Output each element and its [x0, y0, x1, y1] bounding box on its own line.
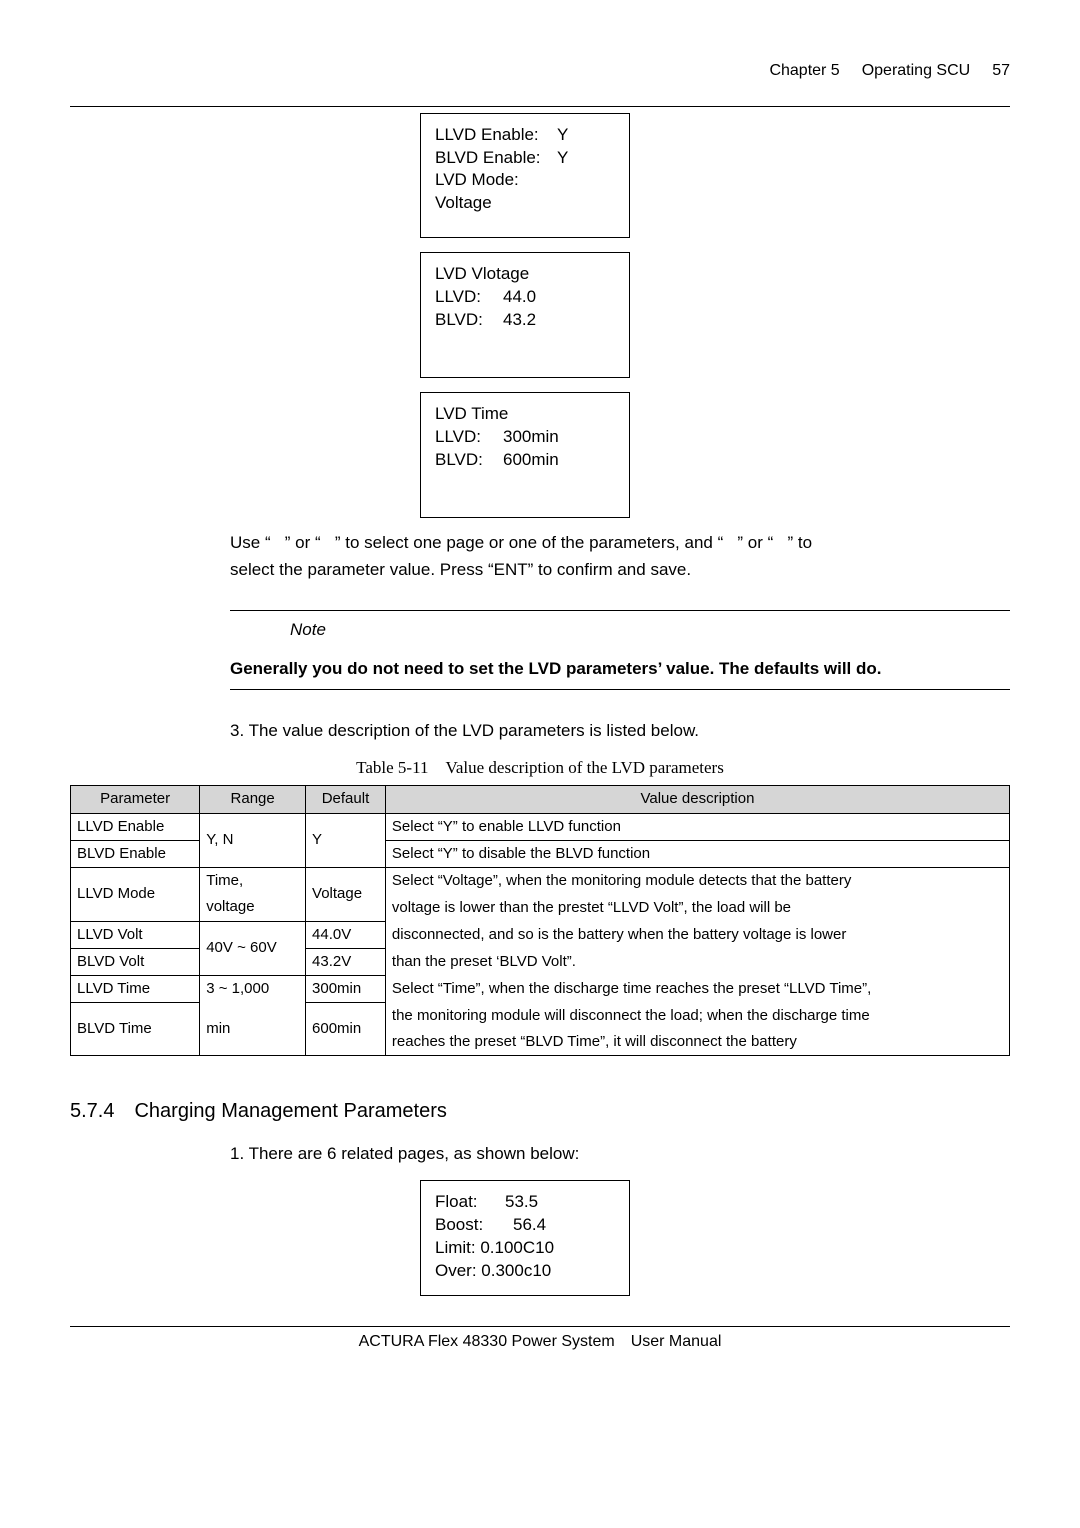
cell-desc-l7: reaches the preset “BLVD Time”, it will …	[385, 1029, 1009, 1056]
llvd-enable-label: LLVD Enable:	[435, 124, 557, 147]
cell-llvd-time: LLVD Time	[71, 976, 200, 1003]
blvd-enable-label: BLVD Enable:	[435, 147, 557, 170]
lvd-time-title: LVD Time	[435, 403, 615, 426]
lvd-mode-label: LVD Mode:	[435, 169, 615, 192]
llvd-volt-value: 44.0	[503, 286, 536, 309]
llvd-time-value: 300min	[503, 426, 559, 449]
llvd-time-label: LLVD:	[435, 426, 503, 449]
lcd-screen-lvd-voltage: LVD Vlotage LLVD:44.0 BLVD:43.2	[420, 252, 630, 378]
cell-mode-range-b: voltage	[200, 894, 306, 921]
blvd-volt-value: 43.2	[503, 309, 536, 332]
footer-text: ACTURA Flex 48330 Power System User Manu…	[70, 1331, 1010, 1353]
over-line: Over: 0.300c10	[435, 1260, 615, 1283]
page-header: Chapter 5 Operating SCU 57	[70, 60, 1010, 82]
lvd-mode-value: Voltage	[435, 192, 615, 215]
cell-blvd-volt-default: 43.2V	[306, 948, 386, 975]
cell-llvd-volt-default: 44.0V	[306, 921, 386, 948]
cell-mode-range-a: Time,	[200, 868, 306, 895]
page-number: 57	[970, 60, 1010, 82]
cell-mode-default: Voltage	[306, 868, 386, 922]
blvd-enable-value: Y	[557, 147, 568, 170]
table-caption: Table 5-11 Value description of the LVD …	[70, 757, 1010, 780]
lcd-screen-lvd-enable: LLVD Enable:Y BLVD Enable:Y LVD Mode: Vo…	[420, 113, 630, 239]
th-default: Default	[306, 786, 386, 813]
cell-llvd-mode: LLVD Mode	[71, 868, 200, 922]
note-bold-text: Generally you do not need to set the LVD…	[230, 659, 882, 678]
th-parameter: Parameter	[71, 786, 200, 813]
cell-y-default: Y	[306, 813, 386, 868]
lvd-voltage-title: LVD Vlotage	[435, 263, 615, 286]
blvd-time-value: 600min	[503, 449, 559, 472]
cell-yn-range: Y, N	[200, 813, 306, 868]
note-rule-top	[230, 610, 1010, 611]
cell-desc-l2: voltage is lower than the prestet “LLVD …	[385, 894, 1009, 921]
lcd-screen-charging: Float:53.5 Boost:56.4 Limit: 0.100C10 Ov…	[420, 1180, 630, 1296]
cell-llvd-enable-desc: Select “Y” to enable LLVD function	[385, 813, 1009, 840]
cell-volt-range: 40V ~ 60V	[200, 921, 306, 976]
lcd-screen-lvd-time: LVD Time LLVD:300min BLVD:600min	[420, 392, 630, 518]
float-label: Float:	[435, 1191, 505, 1214]
cell-desc-l5: Select “Time”, when the discharge time r…	[385, 976, 1009, 1003]
chapter-title: Operating SCU	[840, 60, 971, 82]
header-rule	[70, 106, 1010, 107]
section-5-7-4-heading: 5.7.4 Charging Management Parameters	[70, 1098, 1010, 1125]
chapter-label: Chapter 5	[747, 60, 839, 82]
th-value-description: Value description	[385, 786, 1009, 813]
cell-llvd-volt: LLVD Volt	[71, 921, 200, 948]
boost-value: 56.4	[513, 1214, 546, 1237]
limit-line: Limit: 0.100C10	[435, 1237, 615, 1260]
note-label: Note	[290, 619, 1010, 642]
blvd-time-label: BLVD:	[435, 449, 503, 472]
instruction-line-1: Use “ ” or “ ” to select one page or one…	[230, 532, 1010, 555]
step-3-text: 3. The value description of the LVD para…	[230, 720, 1010, 743]
cell-blvd-volt: BLVD Volt	[71, 948, 200, 975]
boost-label: Boost:	[435, 1214, 513, 1237]
cell-time-range-a: 3 ~ 1,000	[200, 976, 306, 1003]
cell-blvd-enable: BLVD Enable	[71, 840, 200, 867]
cell-blvd-time: BLVD Time	[71, 1003, 200, 1056]
cell-llvd-enable: LLVD Enable	[71, 813, 200, 840]
cell-blvd-enable-desc: Select “Y” to disable the BLVD function	[385, 840, 1009, 867]
step-1-text: 1. There are 6 related pages, as shown b…	[230, 1143, 1010, 1166]
lvd-parameters-table: Parameter Range Default Value descriptio…	[70, 785, 1010, 1056]
llvd-volt-label: LLVD:	[435, 286, 503, 309]
note-block: Note	[290, 619, 1010, 642]
instruction-line-2: select the parameter value. Press “ENT” …	[230, 559, 1010, 582]
cell-time-range-b: min	[200, 1003, 306, 1056]
cell-desc-l4: than the preset ‘BLVD Volt”.	[385, 948, 1009, 975]
cell-desc-l3: disconnected, and so is the battery when…	[385, 921, 1009, 948]
cell-desc-l1: Select “Voltage”, when the monitoring mo…	[385, 868, 1009, 895]
float-value: 53.5	[505, 1191, 538, 1214]
llvd-enable-value: Y	[557, 124, 568, 147]
cell-llvd-time-default: 300min	[306, 976, 386, 1003]
blvd-volt-label: BLVD:	[435, 309, 503, 332]
footer-rule	[70, 1326, 1010, 1327]
cell-blvd-time-default: 600min	[306, 1003, 386, 1056]
cell-desc-l6: the monitoring module will disconnect th…	[385, 1003, 1009, 1029]
th-range: Range	[200, 786, 306, 813]
